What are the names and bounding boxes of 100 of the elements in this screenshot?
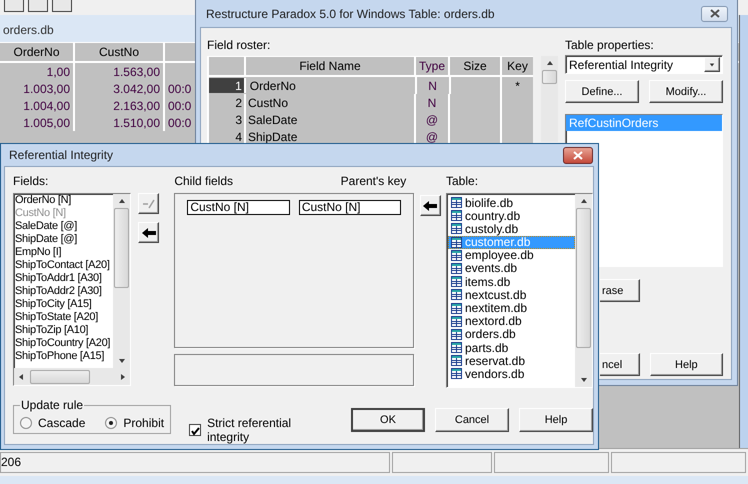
- table-cell-text: 00:0: [167, 80, 192, 97]
- scroll-thumb[interactable]: [542, 70, 557, 84]
- toolbar-button[interactable]: [52, 0, 72, 12]
- list-item[interactable]: orders.db: [448, 328, 575, 341]
- add-table-button[interactable]: [420, 195, 441, 216]
- table-cell: 1.005,00: [0, 114, 75, 131]
- column-header[interactable]: Type: [416, 57, 450, 75]
- radio-button[interactable]: [105, 416, 118, 428]
- table-cell-text: 00:0: [167, 114, 192, 131]
- table-icon: [451, 328, 462, 340]
- row-number[interactable]: 1: [209, 78, 246, 93]
- dialog-button[interactable]: OK: [351, 408, 425, 432]
- dialog-button[interactable]: Help: [519, 408, 593, 432]
- table-cell: OrderNo: [248, 77, 417, 94]
- scroll-right-icon[interactable]: [120, 372, 126, 380]
- list-item[interactable]: ShipToZip [A10]: [15, 324, 113, 337]
- fields-list[interactable]: [13, 193, 131, 386]
- table-icon: [451, 316, 462, 327]
- scroll-thumb[interactable]: [576, 208, 591, 348]
- list-item[interactable]: items.db: [448, 275, 575, 288]
- dialog-button[interactable]: Cancel: [435, 408, 509, 432]
- dropdown-arrow-icon[interactable]: [709, 62, 715, 68]
- list-item[interactable]: ShipToCountry [A20]: [15, 337, 113, 350]
- table-icon: [451, 236, 462, 248]
- table-icon: [451, 302, 462, 314]
- list-item[interactable]: ShipToPhone [A15]: [15, 350, 113, 363]
- erase-button[interactable]: rase: [600, 279, 640, 302]
- list-item[interactable]: ShipToContact [A20]: [15, 259, 113, 272]
- list-item[interactable]: EmpNo [I]: [15, 246, 113, 259]
- list-item[interactable]: reservat.db: [448, 354, 575, 368]
- table-cell: 1.004,00: [0, 97, 75, 114]
- scroll-up-icon[interactable]: [580, 198, 588, 204]
- list-item[interactable]: ShipDate [@]: [15, 233, 113, 246]
- column-header[interactable]: CustNo: [75, 43, 165, 61]
- table-icon: [451, 250, 462, 261]
- list-item[interactable]: nextitem.db: [448, 302, 575, 314]
- fields-label: Fields:: [13, 174, 50, 190]
- column-header[interactable]: Key: [502, 57, 533, 75]
- list-item[interactable]: SaleDate [@]: [15, 220, 113, 233]
- child-field: CustNo [N]: [187, 200, 290, 215]
- add-field-button[interactable]: [138, 222, 160, 243]
- table-label: Table:: [446, 174, 480, 190]
- column-header[interactable]: OrderNo: [0, 43, 75, 61]
- radio-label[interactable]: Prohibit: [123, 416, 164, 430]
- scroll-down-icon[interactable]: [118, 358, 126, 364]
- list-item[interactable]: parts.db: [448, 341, 575, 354]
- toolbar-button[interactable]: [28, 0, 48, 12]
- list-item[interactable]: vendors.db: [448, 367, 575, 380]
- close-button[interactable]: [563, 146, 593, 164]
- table-cell: 2.163,00: [75, 97, 165, 114]
- dialog-title: Referential Integrity: [9, 148, 114, 162]
- checkbox-label[interactable]: Strict referential integrity: [207, 416, 335, 444]
- list-item[interactable]: nextcust.db: [448, 288, 575, 302]
- parents-key-label: Parent's key: [340, 174, 406, 190]
- window-title: orders.db: [3, 23, 54, 37]
- close-icon: [710, 9, 720, 18]
- radio-label[interactable]: Cascade: [38, 416, 86, 430]
- scroll-thumb[interactable]: [30, 370, 90, 384]
- checkbox[interactable]: [189, 424, 202, 436]
- left-arrow-icon: [142, 228, 156, 238]
- scrollbar[interactable]: [541, 56, 558, 142]
- help-button[interactable]: Help: [650, 353, 723, 376]
- radio-button[interactable]: [20, 416, 32, 428]
- list-item[interactable]: OrderNo [N]: [15, 194, 113, 207]
- row-number[interactable]: 2: [209, 94, 246, 111]
- action-button[interactable]: Define...: [565, 80, 639, 103]
- scroll-left-icon[interactable]: [18, 372, 24, 380]
- table-icon: [451, 289, 462, 300]
- property-select[interactable]: Referential Integrity: [565, 55, 723, 74]
- table-cell: N: [416, 94, 450, 111]
- row-number[interactable]: 3: [209, 111, 246, 128]
- close-button[interactable]: [701, 6, 728, 22]
- child-fields-label: Child fields: [174, 174, 234, 190]
- table-icon: [451, 355, 462, 366]
- list-item[interactable]: nextord.db: [448, 314, 575, 328]
- table-cell: 1.563,00: [75, 63, 165, 80]
- table-icon: [451, 342, 462, 354]
- column-header[interactable]: Size: [450, 57, 502, 75]
- table-cell: 1,00: [0, 63, 75, 80]
- table-list[interactable]: biolife.db country.db custoly.db customer.db employee.db events.db items.db nextcust.db nextitem.db nextord.db orders.db parts.db reservat.db vendors.db: [446, 193, 593, 388]
- list-item[interactable]: ShipToAddr1 [A30]: [15, 272, 113, 285]
- unlink-icon: [142, 198, 156, 208]
- list-item[interactable]: ShipToState [A20]: [15, 311, 113, 324]
- list-item[interactable]: ShipToAddr2 [A30]: [15, 285, 113, 298]
- column-header[interactable]: Field Name: [246, 57, 416, 75]
- scroll-up-icon[interactable]: [118, 198, 126, 204]
- scroll-thumb[interactable]: [114, 208, 129, 288]
- cancel-button-part[interactable]: ncel: [600, 353, 640, 376]
- table-properties-label: Table properties:: [565, 38, 655, 52]
- list-item[interactable]: ShipToCity [A15]: [15, 298, 113, 311]
- scroll-down-icon[interactable]: [580, 377, 588, 383]
- toolbar-button[interactable]: [4, 0, 24, 12]
- key-marker: *: [515, 78, 520, 92]
- action-button[interactable]: Modify...: [649, 80, 723, 103]
- table-icon: [451, 368, 462, 380]
- table-cell: @: [416, 111, 450, 128]
- scroll-up-icon[interactable]: [546, 60, 554, 66]
- window-title: Restructure Paradox 5.0 for Windows Table: orders.db: [206, 6, 495, 20]
- table-cell: CustNo: [246, 94, 416, 111]
- table-cell: 1.003,00: [0, 80, 75, 97]
